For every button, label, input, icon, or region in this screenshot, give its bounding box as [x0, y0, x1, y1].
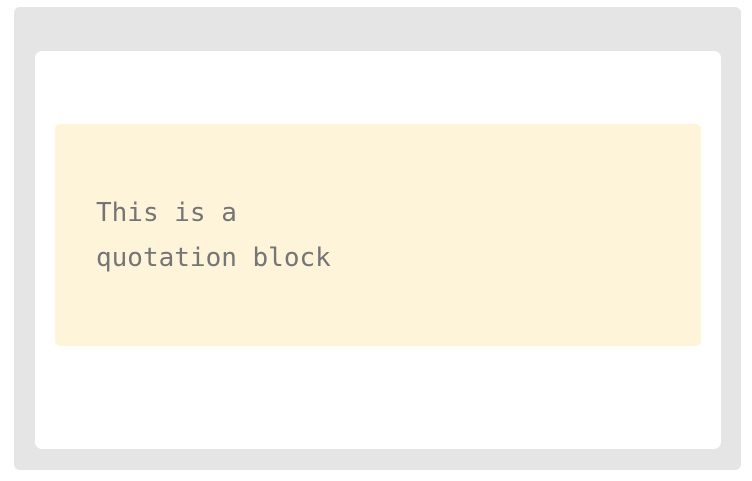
outer-frame: This is a quotation block: [14, 7, 741, 470]
quotation-text: This is a quotation block: [96, 198, 331, 273]
content-card: This is a quotation block: [35, 51, 721, 449]
quotation-block: This is a quotation block: [55, 124, 701, 346]
